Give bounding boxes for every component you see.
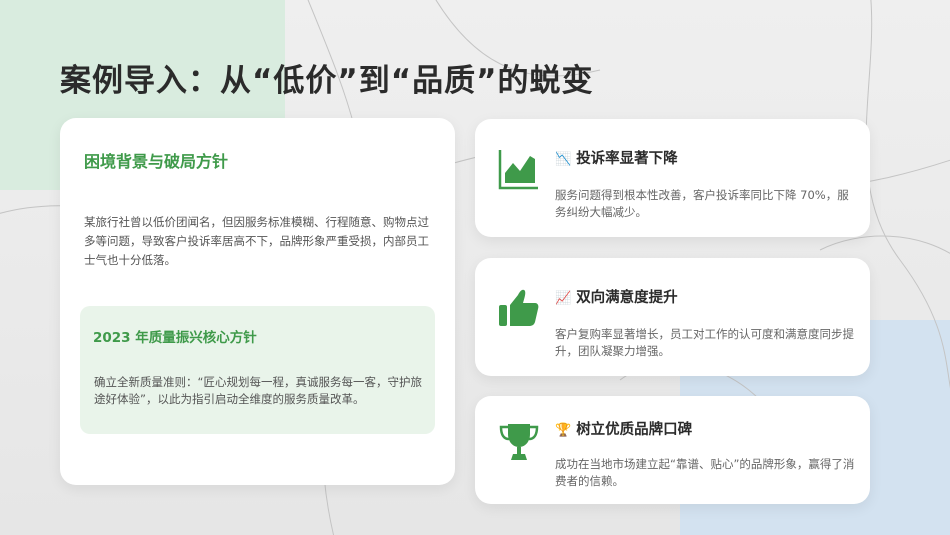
chart-up-icon: 📈 <box>555 291 572 306</box>
policy-heading-text: 2023 年质量振兴核心方针 <box>93 330 257 346</box>
trophy-icon <box>499 424 539 460</box>
satisfaction-heading-text: 双向满意度提升 <box>576 290 678 306</box>
page-title: 案例导入：从“低价”到“品质”的蜕变 <box>60 63 594 99</box>
result-card-brand: 🏆 树立优质品牌口碑 成功在当地市场建立起“靠谱、贴心”的品牌形象，赢得了消费者的… <box>475 396 870 504</box>
thumbs-up-icon <box>499 289 539 326</box>
brand-text: 成功在当地市场建立起“靠谱、贴心”的品牌形象，赢得了消费者的信赖。 <box>555 457 855 488</box>
policy-box: 2023 年质量振兴核心方针 确立全新质量准则：“匠心规划每一程，真诚服务每一客… <box>80 306 435 434</box>
result-card-complaints: 📉 投诉率显著下降 服务问题得到根本性改善，客户投诉率同比下降 70%，服务纠纷大… <box>475 119 870 237</box>
policy-text: 确立全新质量准则：“匠心规划每一程，真诚服务每一客，守护旅途好体验”，以此为指引… <box>94 375 422 406</box>
satisfaction-heading: 📈 双向满意度提升 <box>555 286 678 307</box>
policy-heading: 2023 年质量振兴核心方针 <box>90 326 257 346</box>
complaints-heading-text: 投诉率显著下降 <box>576 151 678 167</box>
background-heading: 困境背景与破局方针 <box>80 148 228 172</box>
complaints-heading: 📉 投诉率显著下降 <box>555 147 678 168</box>
brand-heading-text: 树立优质品牌口碑 <box>576 422 693 438</box>
background-heading-text: 困境背景与破局方针 <box>84 152 229 171</box>
brand-heading: 🏆 树立优质品牌口碑 <box>555 418 692 439</box>
background-text: 某旅行社曾以低价团闻名，但因服务标准模糊、行程随意、购物点过多等问题，导致客户投… <box>84 215 429 267</box>
trophy-small-icon: 🏆 <box>555 423 572 438</box>
result-card-satisfaction: 📈 双向满意度提升 客户复购率显著增长，员工对工作的认可度和满意度同步提升，团队凝… <box>475 258 870 376</box>
chart-down-icon: 📉 <box>555 152 572 167</box>
satisfaction-text: 客户复购率显著增长，员工对工作的认可度和满意度同步提升，团队凝聚力增强。 <box>555 327 854 358</box>
background-card: 困境背景与破局方针 某旅行社曾以低价团闻名，但因服务标准模糊、行程随意、购物点过… <box>60 118 455 485</box>
complaints-text: 服务问题得到根本性改善，客户投诉率同比下降 70%，服务纠纷大幅减少。 <box>555 188 849 219</box>
area-chart-icon <box>498 150 538 190</box>
